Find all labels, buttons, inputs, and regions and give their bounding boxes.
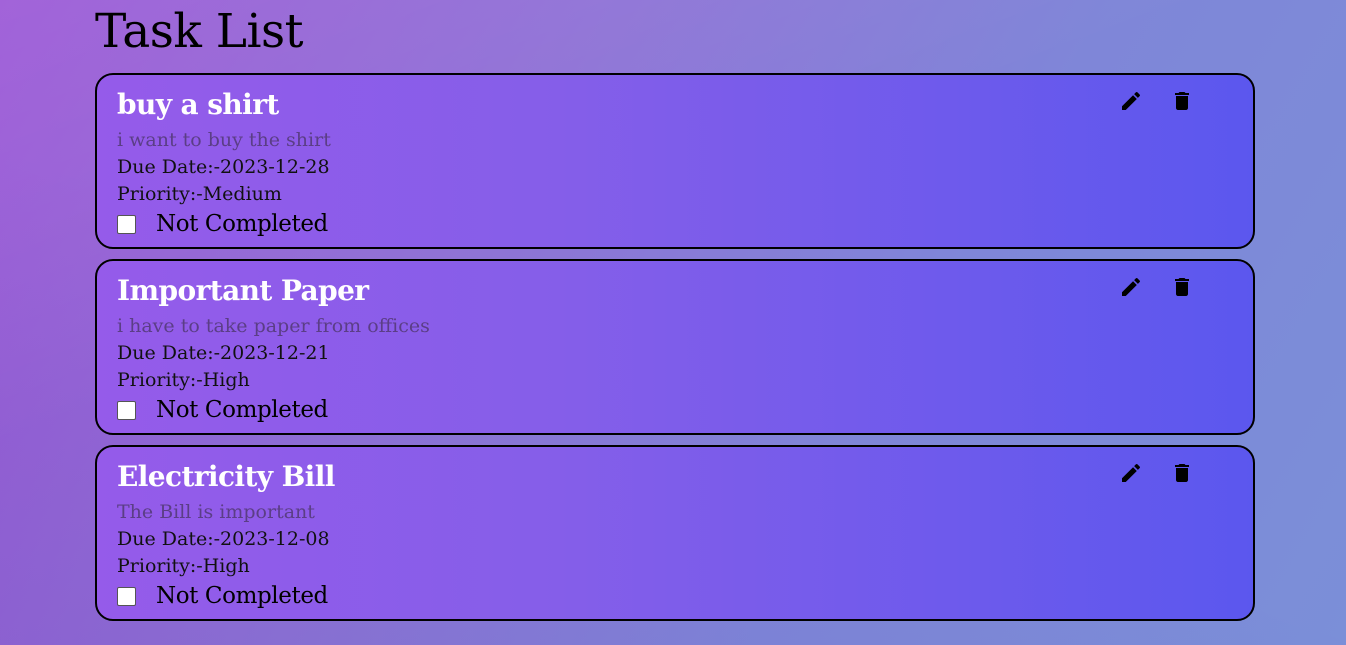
task-status: Not Completed [156, 397, 328, 423]
page-title: Task List [95, 4, 304, 59]
task-title: Electricity Bill [117, 460, 335, 493]
task-due-date: Due Date:-2023-12-21 [117, 342, 330, 364]
task-status: Not Completed [156, 211, 328, 237]
task-description: i have to take paper from offices [117, 315, 430, 337]
pencil-icon [1122, 277, 1141, 296]
task-due-date: Due Date:-2023-12-28 [117, 156, 330, 178]
task-description: i want to buy the shirt [117, 129, 331, 151]
task-status-row: Not Completed [117, 395, 328, 425]
task-due-date: Due Date:-2023-12-08 [117, 528, 330, 550]
task-description: The Bill is important [117, 501, 315, 523]
delete-task-button[interactable] [1168, 459, 1196, 487]
task-status-row: Not Completed [117, 209, 328, 239]
edit-task-button[interactable] [1117, 273, 1145, 301]
task-complete-checkbox[interactable] [117, 400, 136, 420]
task-priority: Priority:-High [117, 555, 250, 577]
delete-task-button[interactable] [1168, 273, 1196, 301]
trash-icon [1175, 464, 1189, 482]
task-complete-checkbox[interactable] [117, 214, 136, 234]
task-complete-checkbox[interactable] [117, 586, 136, 606]
pencil-icon [1122, 463, 1141, 482]
task-priority: Priority:-Medium [117, 183, 282, 205]
pencil-icon [1122, 91, 1141, 110]
task-title: Important Paper [117, 274, 369, 307]
edit-task-button[interactable] [1117, 87, 1145, 115]
delete-task-button[interactable] [1168, 87, 1196, 115]
task-card: Important Paper i have to take paper fro… [95, 259, 1255, 435]
task-title: buy a shirt [117, 88, 279, 121]
trash-icon [1175, 92, 1189, 110]
task-status: Not Completed [156, 583, 328, 609]
task-status-row: Not Completed [117, 581, 328, 611]
task-card: Electricity Bill The Bill is important D… [95, 445, 1255, 621]
trash-icon [1175, 278, 1189, 296]
edit-task-button[interactable] [1117, 459, 1145, 487]
task-card: buy a shirt i want to buy the shirt Due … [95, 73, 1255, 249]
task-priority: Priority:-High [117, 369, 250, 391]
task-list: buy a shirt i want to buy the shirt Due … [95, 73, 1255, 631]
